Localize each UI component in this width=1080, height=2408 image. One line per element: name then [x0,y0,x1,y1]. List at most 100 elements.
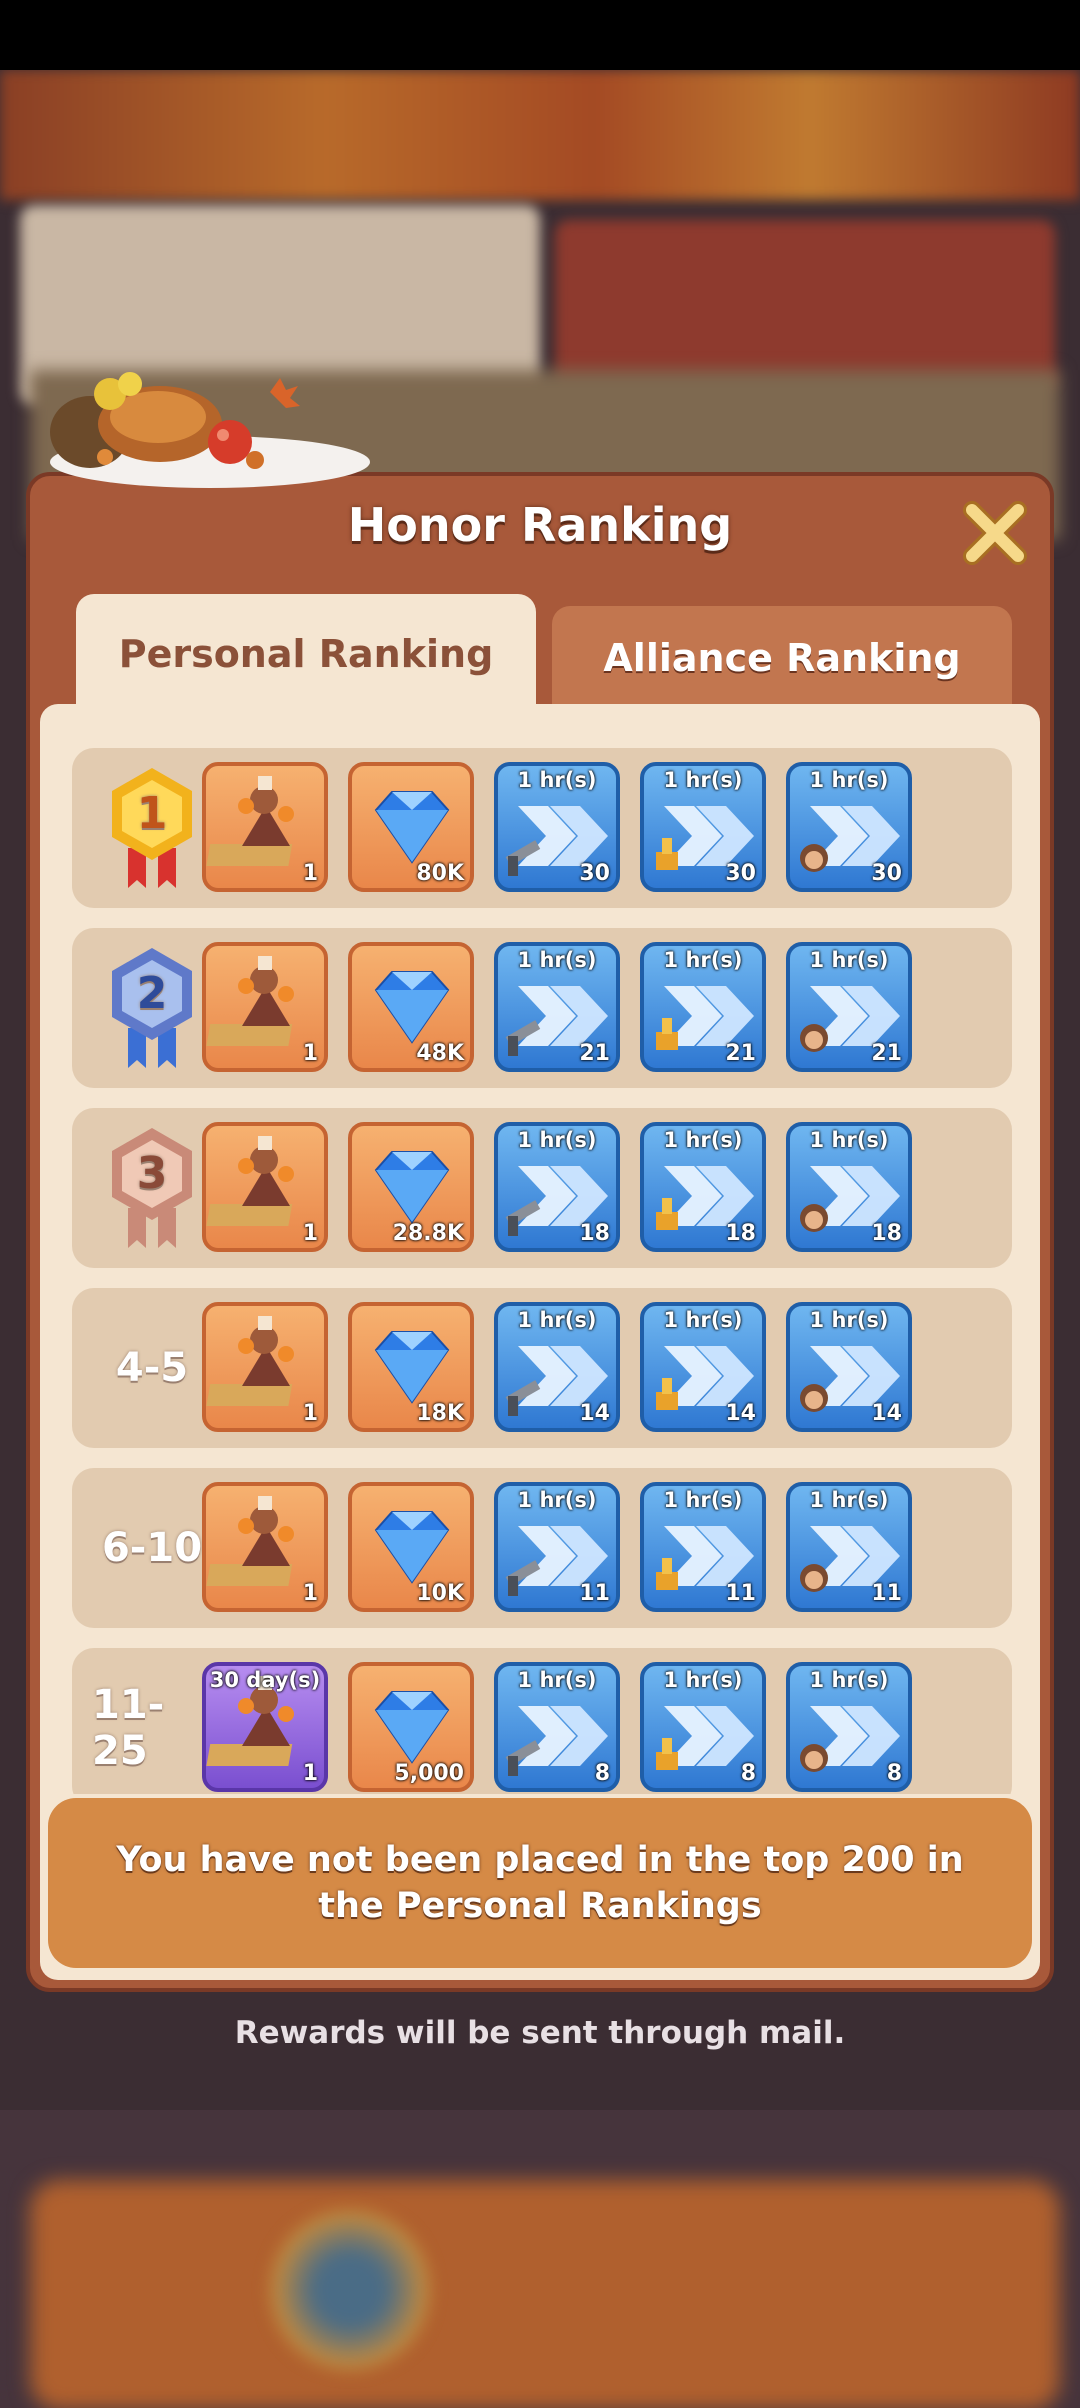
item-quantity: 8 [594,1761,610,1786]
item-duration: 1 hr(s) [809,768,889,792]
item-quantity: 30 [579,861,610,886]
item-quantity: 30 [725,861,756,886]
reward-item-speedup-research[interactable]: 1 hr(s) 21 [640,942,766,1072]
rank-label: 4-5 [115,1345,189,1391]
item-quantity: 5,000 [394,1761,464,1786]
rank-number: 3 [137,1148,168,1199]
item-duration: 1 hr(s) [517,1308,597,1332]
reward-item-gems[interactable]: 18K [348,1302,474,1432]
reward-item-speedup-training[interactable]: 1 hr(s) 18 [786,1122,912,1252]
close-button[interactable] [960,498,1030,568]
reward-item-speedup-training[interactable]: 1 hr(s) 8 [786,1662,912,1792]
item-quantity: 1 [302,1041,318,1066]
reward-item-gems[interactable]: 10K [348,1482,474,1612]
item-quantity: 21 [725,1041,756,1066]
gold-medal-icon: 1 [92,748,212,908]
placement-notice: You have not been placed in the top 200 … [48,1798,1032,1968]
item-duration: 1 hr(s) [517,768,597,792]
reward-row: 11-25 30 day(s) 1 5,000 1 hr(s) 8 1 hr(s) 8 1 hr… [72,1648,1012,1794]
item-duration: 1 hr(s) [809,1668,889,1692]
item-quantity: 48K [416,1041,464,1066]
reward-item-speedup-research[interactable]: 1 hr(s) 8 [640,1662,766,1792]
item-quantity: 11 [579,1581,610,1606]
item-quantity: 18 [725,1221,756,1246]
item-duration: 1 hr(s) [517,1668,597,1692]
background-banner [0,70,1080,200]
reward-item-gems[interactable]: 80K [348,762,474,892]
reward-item-building-decoration[interactable]: 30 day(s) 1 [202,1662,328,1792]
reward-list[interactable]: 1 1 80K 1 hr(s) 30 1 hr(s) 30 1 hr(s) 30 2 1 48K 1 h… [40,704,1040,1794]
reward-item-speedup-sword[interactable]: 1 hr(s) 30 [494,762,620,892]
item-duration: 1 hr(s) [663,768,743,792]
item-quantity: 18 [579,1221,610,1246]
item-quantity: 21 [871,1041,902,1066]
reward-item-speedup-sword[interactable]: 1 hr(s) 8 [494,1662,620,1792]
background-bottom-icon [270,2210,430,2370]
item-quantity: 30 [871,861,902,886]
item-duration: 1 hr(s) [663,1308,743,1332]
reward-item-speedup-sword[interactable]: 1 hr(s) 14 [494,1302,620,1432]
reward-item-gems[interactable]: 48K [348,942,474,1072]
reward-item-speedup-sword[interactable]: 1 hr(s) 21 [494,942,620,1072]
dialog-title: Honor Ranking [347,498,733,552]
item-duration: 1 hr(s) [809,1128,889,1152]
honor-ranking-dialog: Honor Ranking Personal Ranking Alliance … [26,472,1054,1992]
item-quantity: 1 [302,1581,318,1606]
item-duration: 1 hr(s) [517,1128,597,1152]
reward-item-building-decoration[interactable]: 1 [202,1302,328,1432]
reward-item-speedup-training[interactable]: 1 hr(s) 11 [786,1482,912,1612]
item-quantity: 10K [416,1581,464,1606]
item-duration: 1 hr(s) [517,948,597,972]
reward-item-speedup-research[interactable]: 1 hr(s) 11 [640,1482,766,1612]
item-quantity: 11 [725,1581,756,1606]
reward-item-speedup-research[interactable]: 1 hr(s) 14 [640,1302,766,1432]
item-duration: 1 hr(s) [517,1488,597,1512]
reward-item-speedup-research[interactable]: 1 hr(s) 18 [640,1122,766,1252]
reward-item-speedup-training[interactable]: 1 hr(s) 21 [786,942,912,1072]
reward-item-speedup-sword[interactable]: 1 hr(s) 11 [494,1482,620,1612]
reward-item-building-decoration[interactable]: 1 [202,1482,328,1612]
bronze-medal-icon: 3 [92,1108,212,1268]
rank-number: 1 [137,788,168,839]
status-bar [0,0,1080,70]
reward-item-speedup-research[interactable]: 1 hr(s) 30 [640,762,766,892]
close-icon [963,501,1027,565]
background-tab [555,220,1055,390]
rewards-mail-note: Rewards will be sent through mail. [234,2015,846,2051]
item-quantity: 28.8K [392,1221,464,1246]
item-quantity: 21 [579,1041,610,1066]
item-quantity: 18K [416,1401,464,1426]
reward-row: 2 1 48K 1 hr(s) 21 1 hr(s) 21 1 hr(s) 21 [72,928,1012,1088]
rank-number: 2 [137,968,168,1019]
item-quantity: 1 [302,1401,318,1426]
item-quantity: 14 [725,1401,756,1426]
reward-row: 3 1 28.8K 1 hr(s) 18 1 hr(s) 18 1 hr(s) 18 [72,1108,1012,1268]
reward-item-building-decoration[interactable]: 1 [202,762,328,892]
item-quantity: 14 [871,1401,902,1426]
reward-item-building-decoration[interactable]: 1 [202,942,328,1072]
tab-alliance-ranking[interactable]: Alliance Ranking [552,606,1012,710]
item-quantity: 1 [302,1761,318,1786]
reward-item-gems[interactable]: 5,000 [348,1662,474,1792]
reward-panel: 1 1 80K 1 hr(s) 30 1 hr(s) 30 1 hr(s) 30 2 1 48K 1 h… [40,704,1040,1980]
tab-personal-ranking[interactable]: Personal Ranking [76,594,536,714]
item-duration: 1 hr(s) [663,1128,743,1152]
item-quantity: 11 [871,1581,902,1606]
item-quantity: 14 [579,1401,610,1426]
reward-item-speedup-training[interactable]: 1 hr(s) 14 [786,1302,912,1432]
reward-item-building-decoration[interactable]: 1 [202,1122,328,1252]
item-duration: 1 hr(s) [809,948,889,972]
item-quantity: 80K [416,861,464,886]
item-quantity: 18 [871,1221,902,1246]
reward-item-gems[interactable]: 28.8K [348,1122,474,1252]
background-bottom-button [30,2180,1060,2408]
reward-item-speedup-sword[interactable]: 1 hr(s) 18 [494,1122,620,1252]
item-duration: 1 hr(s) [809,1308,889,1332]
reward-item-speedup-training[interactable]: 1 hr(s) 30 [786,762,912,892]
item-quantity: 8 [740,1761,756,1786]
item-duration: 1 hr(s) [809,1488,889,1512]
item-quantity: 8 [886,1761,902,1786]
item-duration: 1 hr(s) [663,1668,743,1692]
item-duration: 30 day(s) [209,1668,321,1692]
reward-row: 1 1 80K 1 hr(s) 30 1 hr(s) 30 1 hr(s) 30 [72,748,1012,908]
